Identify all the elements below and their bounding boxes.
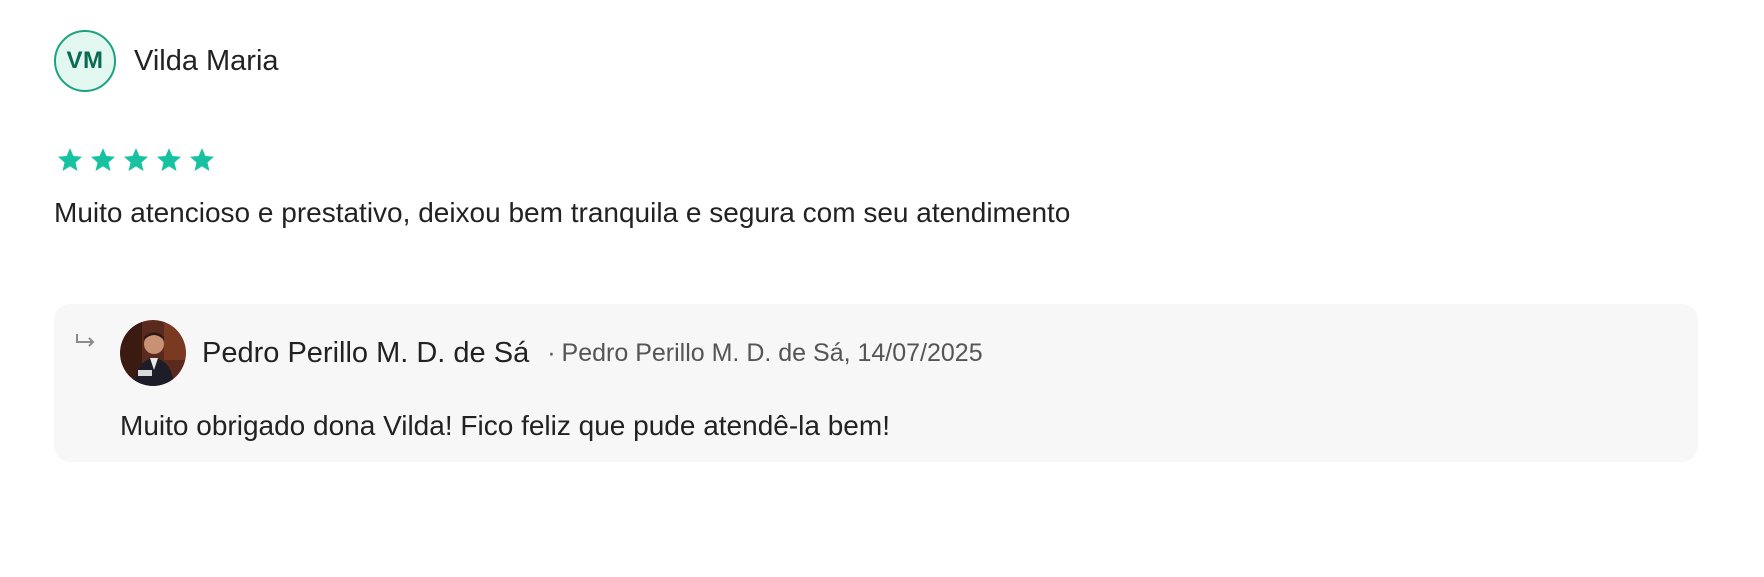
reply-meta: · Pedro Perillo M. D. de Sá, 14/07/2025 [547, 339, 982, 368]
author-avatar: VM [54, 30, 116, 92]
reply-text: Muito obrigado dona Vilda! Fico feliz qu… [120, 410, 890, 441]
star-icon [89, 146, 117, 174]
reply-card: Pedro Perillo M. D. de Sá · Pedro Perill… [54, 304, 1698, 462]
reply-author-avatar [120, 320, 186, 386]
reply-meta-text: Pedro Perillo M. D. de Sá, 14/07/2025 [561, 338, 983, 367]
reply-arrow-icon [74, 332, 98, 355]
meta-separator: · [547, 338, 556, 367]
reply-header: Pedro Perillo M. D. de Sá · Pedro Perill… [120, 320, 983, 386]
author-name: Vilda Maria [134, 44, 279, 77]
review-text: Muito atencioso e prestativo, deixou bem… [54, 197, 1071, 228]
star-icon [122, 146, 150, 174]
reply-author-name: Pedro Perillo M. D. de Sá [202, 336, 530, 369]
star-rating [56, 146, 216, 174]
review-author: VM Vilda Maria [54, 30, 279, 92]
review-card: VM Vilda Maria Muito atencioso e prestat… [0, 0, 1764, 577]
star-icon [56, 146, 84, 174]
star-icon [155, 146, 183, 174]
author-initials: VM [66, 47, 104, 74]
star-icon [188, 146, 216, 174]
